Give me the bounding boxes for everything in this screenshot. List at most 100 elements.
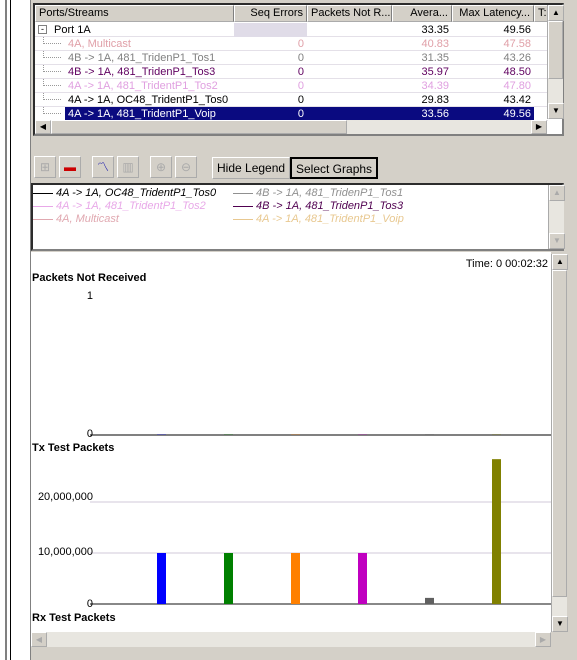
cell-pnr bbox=[307, 51, 392, 65]
legend-label: 4B -> 1A, 481_TridenP1_Tos1 bbox=[256, 187, 404, 199]
cell-seq bbox=[234, 23, 307, 37]
chart-title-tx-test-packets: Tx Test Packets bbox=[32, 442, 115, 454]
stream-name: Port 1A bbox=[54, 24, 91, 36]
select-graphs-button[interactable]: Select Graphs bbox=[290, 157, 379, 179]
bar-chart-icon[interactable]: ▥ bbox=[117, 156, 139, 178]
bar bbox=[425, 597, 434, 604]
column-header[interactable]: Max Latency... bbox=[452, 5, 534, 22]
cell-pnr bbox=[307, 107, 392, 121]
table-row[interactable]: 4A -> 1A, 481_TridentP1_Voip 0 33.56 49.56 bbox=[35, 107, 548, 121]
scroll-up-button[interactable]: ▲ bbox=[549, 185, 565, 201]
legend-label: 4A -> 1A, 481_TridentP1_Voip bbox=[256, 213, 404, 225]
tree-connector bbox=[43, 37, 61, 44]
scroll-right-button[interactable]: ▶ bbox=[535, 632, 551, 647]
cell-pnr bbox=[307, 93, 392, 107]
legend-item[interactable]: 4A, Multicast bbox=[33, 213, 119, 225]
grid-vertical-scrollbar[interactable]: ▲ ▼ bbox=[547, 5, 564, 119]
cell-seq: 0 bbox=[234, 107, 307, 121]
stream-name: 4B -> 1A, 481_TridenP1_Tos1 bbox=[68, 52, 216, 64]
legend-item[interactable]: 4B -> 1A, 481_TridenP1_Tos3 bbox=[233, 200, 403, 212]
legend-item[interactable]: 4B -> 1A, 481_TridenP1_Tos1 bbox=[233, 187, 403, 199]
scroll-down-button[interactable]: ▼ bbox=[552, 616, 568, 632]
table-row[interactable]: 4B -> 1A, 481_TridenP1_Tos1 0 31.35 43.26 bbox=[35, 51, 548, 65]
legend-line-swatch bbox=[233, 192, 253, 194]
scroll-thumb[interactable] bbox=[51, 120, 347, 134]
remove-graph-icon[interactable]: ▬ bbox=[59, 156, 81, 178]
chart-vertical-scrollbar[interactable]: ▲ ▼ bbox=[551, 254, 568, 632]
tree-connector bbox=[43, 79, 61, 86]
legend-label: 4A, Multicast bbox=[56, 213, 119, 225]
bar bbox=[492, 459, 501, 604]
streams-grid[interactable]: Ports/Streams Seq Errors Packets Not R... A… bbox=[33, 3, 564, 136]
legend-item[interactable]: 4A -> 1A, 481_TridentP1_Tos2 bbox=[33, 200, 206, 212]
cell-avg: 29.83 bbox=[421, 94, 449, 106]
chart-horizontal-scrollbar[interactable]: ◀ ▶ bbox=[31, 632, 551, 647]
grid-horizontal-scrollbar[interactable]: ◀ ▶ bbox=[35, 120, 547, 134]
table-row[interactable]: 4A, Multicast 0 40.83 47.58 bbox=[35, 37, 548, 51]
y-tick: 1 bbox=[86, 290, 93, 302]
bar bbox=[224, 434, 233, 435]
cell-seq: 0 bbox=[297, 94, 304, 106]
scroll-down-button[interactable]: ▼ bbox=[548, 103, 564, 119]
scroll-thumb[interactable] bbox=[548, 21, 563, 79]
legend-item[interactable]: 4A -> 1A, OC48_TridentP1_Tos0 bbox=[33, 187, 216, 199]
cell-avg: 34.39 bbox=[421, 80, 449, 92]
tree-connector bbox=[43, 93, 61, 100]
table-row[interactable]: 4B -> 1A, 481_TridenP1_Tos3 0 35.97 48.50 bbox=[35, 65, 548, 79]
cell-avg: 35.97 bbox=[421, 66, 449, 78]
zoom-in-icon[interactable]: ⊕ bbox=[150, 156, 172, 178]
scroll-up-button[interactable]: ▲ bbox=[548, 5, 564, 21]
scroll-thumb[interactable] bbox=[552, 270, 567, 597]
table-row[interactable]: 4A -> 1A, 481_TridentP1_Tos2 0 34.39 47.80 bbox=[35, 79, 548, 93]
y-tick: 0 bbox=[86, 428, 93, 440]
cell-max: 43.26 bbox=[503, 52, 531, 64]
table-row[interactable]: Port 1A 33.35 49.56 - bbox=[35, 23, 548, 37]
tree-connector bbox=[43, 107, 61, 114]
table-row[interactable]: 4A -> 1A, OC48_TridentP1_Tos0 0 29.83 43.42 bbox=[35, 93, 548, 107]
cell-avg: 33.35 bbox=[421, 24, 449, 36]
stream-name: 4A -> 1A, OC48_TridentP1_Tos0 bbox=[68, 94, 229, 106]
stream-name: 4A, Multicast bbox=[68, 38, 131, 50]
legend-label: 4B -> 1A, 481_TridenP1_Tos3 bbox=[256, 200, 404, 212]
column-header[interactable]: Avera... bbox=[392, 5, 452, 22]
scroll-left-button[interactable]: ◀ bbox=[35, 120, 51, 134]
graph-toolbar: ⊞ ▬ 〽 ▥ ⊕ ⊖ Hide Legend Select Graphs bbox=[33, 153, 564, 183]
column-header[interactable]: Ports/Streams bbox=[35, 5, 234, 22]
cell-seq: 0 bbox=[297, 80, 304, 92]
cell-avg: 31.35 bbox=[421, 52, 449, 64]
scroll-down-button[interactable]: ▼ bbox=[549, 233, 565, 249]
cell-max: 47.80 bbox=[503, 80, 531, 92]
add-graph-icon[interactable]: ⊞ bbox=[34, 156, 56, 178]
hide-legend-button[interactable]: Hide Legend bbox=[212, 157, 291, 179]
y-tick: 0 bbox=[86, 598, 93, 610]
stream-name: 4A -> 1A, 481_TridentP1_Voip bbox=[65, 107, 234, 121]
cell-pnr bbox=[307, 65, 392, 79]
legend-item[interactable]: 4A -> 1A, 481_TridentP1_Voip bbox=[233, 213, 404, 225]
legend-line-swatch bbox=[233, 205, 253, 207]
scroll-right-button[interactable]: ▶ bbox=[531, 120, 547, 134]
legend-line-swatch bbox=[33, 205, 53, 207]
y-tick: 20,000,000 bbox=[37, 491, 93, 503]
scroll-up-button[interactable]: ▲ bbox=[552, 254, 568, 270]
column-header[interactable]: Seq Errors bbox=[234, 5, 307, 22]
bar bbox=[425, 434, 434, 435]
chart-title-packets-not-received: Packets Not Received bbox=[32, 272, 147, 284]
cell-avg: 33.56 bbox=[392, 107, 452, 121]
cell-max: 43.42 bbox=[503, 94, 531, 106]
zoom-out-icon[interactable]: ⊖ bbox=[175, 156, 197, 178]
legend-label: 4A -> 1A, OC48_TridentP1_Tos0 bbox=[56, 187, 217, 199]
line-chart-icon[interactable]: 〽 bbox=[92, 156, 114, 178]
legend-panel: 4A -> 1A, OC48_TridentP1_Tos0 4B -> 1A, 4… bbox=[31, 183, 564, 251]
legend-line-swatch bbox=[233, 218, 253, 220]
bar bbox=[291, 434, 300, 435]
legend-line-swatch bbox=[33, 218, 53, 220]
expand-toggle[interactable]: - bbox=[38, 25, 47, 34]
bar bbox=[492, 434, 501, 435]
scroll-left-button[interactable]: ◀ bbox=[31, 632, 47, 647]
cell-avg: 40.83 bbox=[421, 38, 449, 50]
column-header[interactable]: Packets Not R... bbox=[307, 5, 392, 22]
bar bbox=[157, 434, 166, 435]
legend-scrollbar[interactable]: ▲ ▼ bbox=[548, 185, 565, 249]
cell-pnr bbox=[307, 23, 392, 37]
legend-line-swatch bbox=[33, 192, 53, 194]
